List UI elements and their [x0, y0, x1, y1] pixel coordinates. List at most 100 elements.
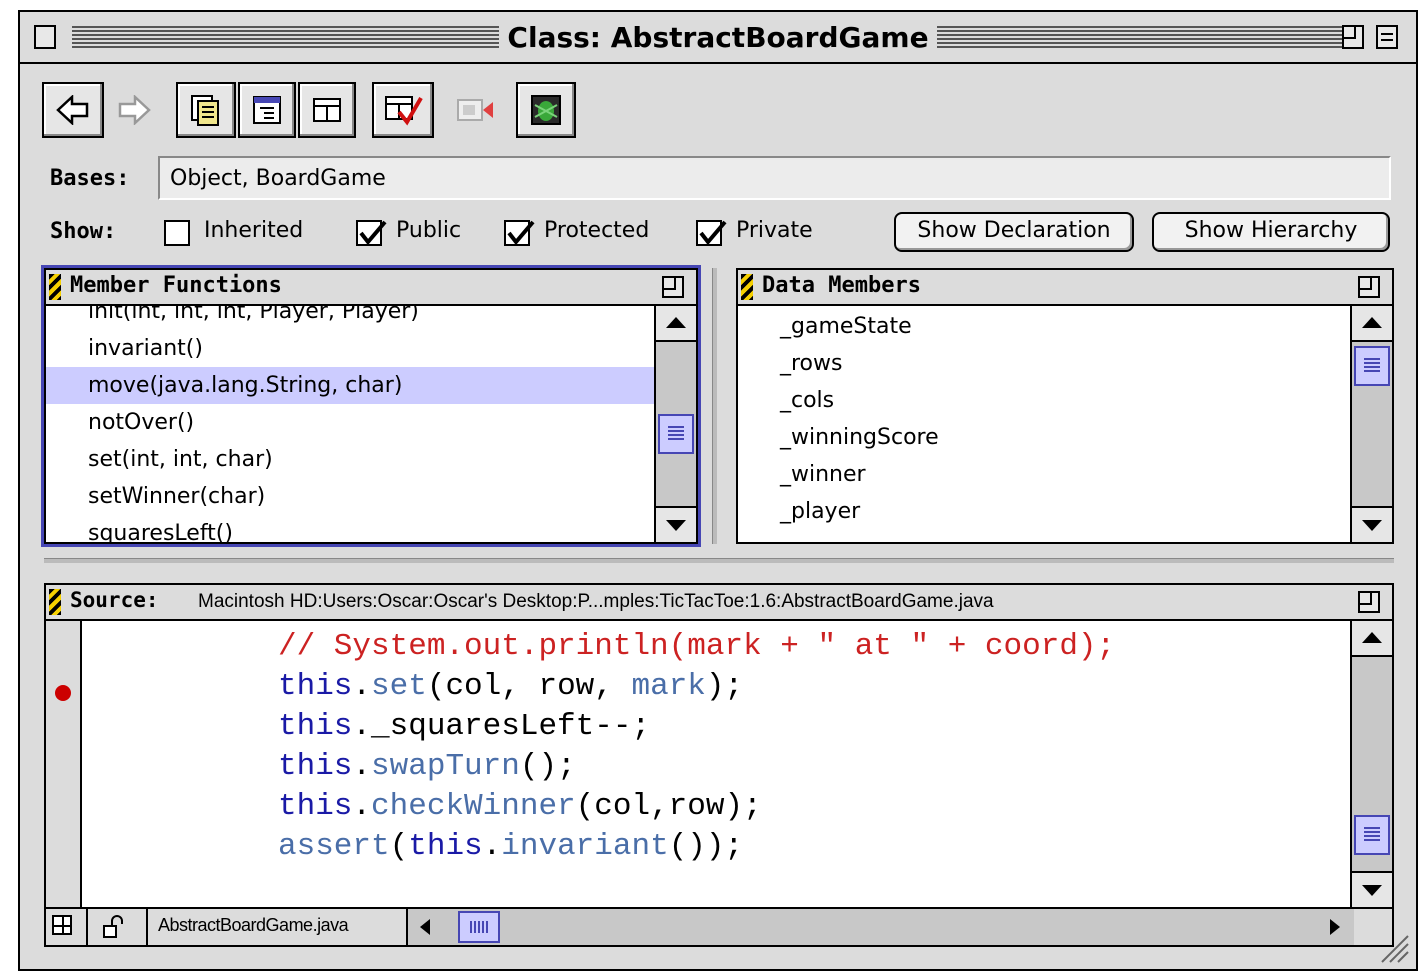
source-scrollbar[interactable] [1350, 621, 1392, 907]
data-members-pane: Data Members _gameState _rows _cols _win… [736, 268, 1394, 544]
list-item[interactable]: invariant() [46, 330, 654, 367]
list-item[interactable]: setWinner(char) [46, 478, 654, 515]
show-label: Show: [50, 219, 117, 244]
list-item[interactable]: notOver() [46, 404, 654, 441]
hierarchy-icon [253, 96, 281, 124]
list-item[interactable]: _winningScore [738, 419, 1350, 456]
code-editor[interactable]: // System.out.println(mark + " at " + co… [82, 621, 1350, 907]
member-functions-pane: Member Functions init(int, int, int, Pla… [41, 265, 701, 547]
bases-field[interactable]: Object, BoardGame [158, 156, 1391, 200]
inherited-checkbox[interactable] [164, 220, 190, 246]
debug-button[interactable] [516, 82, 576, 138]
breakpoint-gutter[interactable] [46, 621, 82, 907]
scroll-down-arrow-icon[interactable] [656, 506, 696, 542]
pane-grip-icon [49, 589, 61, 615]
pane-zoom-icon[interactable] [662, 276, 684, 298]
debug-bug-icon [531, 95, 561, 125]
list-item[interactable]: squaresLeft() [46, 515, 654, 542]
member-functions-header: Member Functions [46, 270, 696, 306]
list-item-selected[interactable]: move(java.lang.String, char) [46, 367, 654, 404]
class-browser-button[interactable] [298, 82, 356, 138]
scroll-down-arrow-icon[interactable] [1352, 506, 1392, 542]
list-item[interactable]: init(int, int, int, Player, Player) [46, 306, 654, 330]
forward-arrow-icon [118, 95, 151, 125]
stop-record-icon [457, 99, 493, 121]
collapse-box-icon[interactable] [1376, 25, 1398, 49]
show-hierarchy-button[interactable]: Show Hierarchy [1152, 212, 1390, 252]
inherited-label: Inherited [204, 218, 304, 243]
data-members-list[interactable]: _gameState _rows _cols _winningScore _wi… [738, 306, 1350, 542]
public-label: Public [396, 218, 462, 243]
pane-grip-icon [49, 274, 61, 300]
checked-window-icon [385, 96, 423, 126]
list-item[interactable]: _gameState [738, 308, 1350, 345]
scroll-thumb[interactable] [1354, 346, 1390, 386]
source-label: Source: [70, 588, 159, 612]
scroll-thumb[interactable] [658, 414, 694, 454]
class-browser-icon [313, 98, 341, 122]
lock-icon[interactable] [102, 915, 124, 939]
window-title: Class: AbstractBoardGame [499, 21, 937, 54]
member-functions-title: Member Functions [70, 273, 282, 298]
code-line-comment: // System.out.println(mark + " at " + co… [278, 629, 1116, 664]
pane-zoom-icon[interactable] [1358, 591, 1380, 613]
member-functions-scrollbar[interactable] [654, 306, 696, 542]
data-members-title: Data Members [762, 273, 921, 298]
private-checkbox[interactable] [696, 220, 727, 246]
protected-label: Protected [544, 218, 650, 243]
bases-value: Object, BoardGame [170, 166, 386, 191]
back-button[interactable] [42, 82, 104, 138]
scroll-up-arrow-icon[interactable] [656, 306, 696, 342]
source-pane: Source: Macintosh HD:Users:Oscar:Oscar's… [44, 583, 1394, 947]
filename-label[interactable]: AbstractBoardGame.java [158, 915, 349, 936]
checkmark-icon [507, 220, 535, 246]
scroll-up-arrow-icon[interactable] [1352, 306, 1392, 342]
show-declaration-button[interactable]: Show Declaration [894, 212, 1134, 252]
browse-contents-icon [191, 95, 219, 126]
list-item[interactable]: _cols [738, 382, 1350, 419]
hierarchy-button[interactable] [238, 82, 296, 138]
pane-splitter[interactable] [712, 268, 717, 544]
breakpoint-icon[interactable] [55, 685, 71, 701]
pane-zoom-icon[interactable] [1358, 276, 1380, 298]
back-arrow-icon [56, 95, 89, 125]
checked-window-button[interactable] [372, 82, 434, 138]
scroll-thumb[interactable] [1354, 815, 1390, 855]
scroll-left-arrow-icon[interactable] [410, 911, 440, 943]
browse-contents-button[interactable] [176, 82, 236, 138]
list-item[interactable]: set(int, int, char) [46, 441, 654, 478]
public-checkbox[interactable] [356, 220, 387, 246]
scroll-right-arrow-icon[interactable] [1320, 911, 1350, 943]
bases-label: Bases: [50, 166, 130, 191]
data-members-scrollbar[interactable] [1350, 306, 1392, 542]
code-line: this._squaresLeft--; [278, 709, 651, 744]
protected-checkbox[interactable] [504, 220, 535, 246]
source-status-bar: AbstractBoardGame.java [46, 907, 1392, 945]
source-header: Source: Macintosh HD:Users:Oscar:Oscar's… [46, 585, 1392, 621]
data-members-header: Data Members [738, 270, 1392, 306]
horizontal-scrollbar[interactable] [408, 909, 1354, 945]
scroll-up-arrow-icon[interactable] [1352, 621, 1392, 657]
member-functions-list[interactable]: init(int, int, int, Player, Player) inva… [46, 306, 654, 542]
horizontal-splitter[interactable] [44, 558, 1394, 563]
resize-grip-icon[interactable] [1372, 926, 1412, 966]
code-line: assert(this.invariant()); [278, 829, 744, 864]
list-item[interactable]: _player [738, 493, 1350, 530]
scroll-down-arrow-icon[interactable] [1352, 871, 1392, 907]
split-pane-icon[interactable] [52, 915, 72, 935]
code-line: this.set(col, row, mark); [278, 669, 744, 704]
stop-record-button[interactable] [446, 82, 504, 138]
checkmark-icon [699, 220, 727, 246]
list-item[interactable]: _rows [738, 345, 1350, 382]
forward-button[interactable] [106, 82, 162, 138]
list-item[interactable]: _winner [738, 456, 1350, 493]
code-line: this.swapTurn(); [278, 749, 576, 784]
horizontal-scroll-thumb[interactable] [458, 911, 500, 943]
code-line: this.checkWinner(col,row); [278, 789, 762, 824]
private-label: Private [736, 218, 813, 243]
checkmark-icon [359, 220, 387, 246]
pane-grip-icon [741, 274, 753, 300]
zoom-box-icon[interactable] [1342, 25, 1364, 49]
source-path: Macintosh HD:Users:Oscar:Oscar's Desktop… [198, 591, 994, 612]
title-bar[interactable]: Class: AbstractBoardGame [20, 12, 1416, 64]
